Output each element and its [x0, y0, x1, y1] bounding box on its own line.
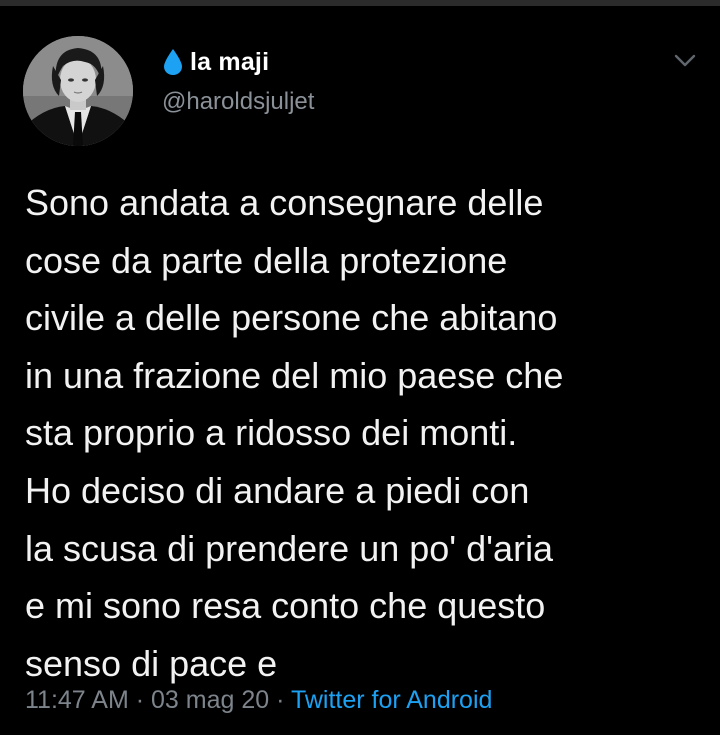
tweet-source-link[interactable]: Twitter for Android — [291, 686, 492, 714]
tweet-meta: 11:47 AM · 03 mag 20 · Twitter for Andro… — [25, 686, 492, 715]
meta-separator: · — [135, 686, 145, 714]
display-name-row[interactable]: la maji — [162, 44, 314, 80]
profile-photo — [23, 36, 133, 146]
tweet-text: Sono andata a consegnare delle cose da p… — [25, 182, 564, 684]
chevron-down-icon[interactable] — [674, 54, 696, 68]
meta-separator: · — [276, 686, 285, 714]
user-handle[interactable]: @haroldsjuljet — [162, 88, 314, 116]
water-drop-icon — [162, 48, 184, 76]
tweet-time[interactable]: 11:47 AM — [25, 686, 129, 714]
tweet-card[interactable]: la maji @haroldsjuljet Sono andata a con… — [0, 6, 720, 735]
display-name[interactable]: la maji — [190, 48, 269, 77]
avatar[interactable] — [23, 36, 133, 146]
tweet-date[interactable]: 03 mag 20 — [151, 686, 269, 714]
author-block[interactable]: la maji @haroldsjuljet — [162, 44, 314, 116]
